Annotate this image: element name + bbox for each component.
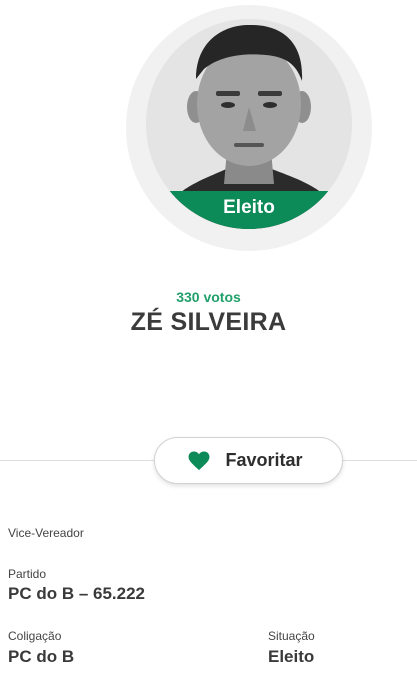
- situation-label: Situação: [268, 629, 315, 643]
- status-badge: Eleito: [146, 191, 352, 229]
- party-label: Partido: [8, 567, 47, 581]
- heart-icon: [189, 451, 210, 470]
- situation-value: Eleito: [268, 647, 315, 666]
- role-label: Vice-Vereador: [8, 526, 84, 540]
- favorite-button[interactable]: Favoritar: [154, 437, 343, 484]
- favorite-label: Favoritar: [225, 450, 303, 470]
- candidate-page: Eleito 330 votos ZÉ SILVEIRA Favoritar V…: [0, 0, 417, 698]
- coalition-label: Coligação: [8, 629, 62, 643]
- party-value: PC do B – 65.222: [8, 584, 146, 603]
- candidate-name: ZÉ SILVEIRA: [130, 308, 287, 336]
- candidate-avatar: Eleito: [146, 19, 352, 229]
- vote-count: 330 votos: [176, 289, 241, 305]
- coalition-value: PC do B: [8, 647, 75, 666]
